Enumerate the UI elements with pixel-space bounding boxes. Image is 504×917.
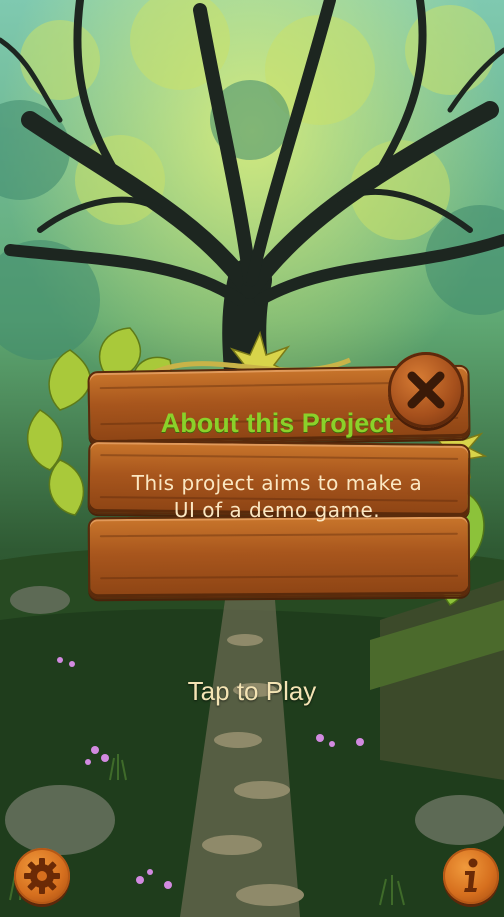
gear-icon xyxy=(24,858,60,894)
tap-to-play-label[interactable]: Tap to Play xyxy=(0,676,504,707)
info-icon xyxy=(464,858,478,892)
info-button[interactable] xyxy=(443,848,499,904)
close-button[interactable] xyxy=(388,352,464,428)
wood-plank-bottom xyxy=(87,514,471,600)
settings-button[interactable] xyxy=(14,848,70,904)
about-popup: About this Project This project aims to … xyxy=(20,320,490,620)
close-x-icon xyxy=(407,371,445,409)
popup-description: This project aims to make a UI of a demo… xyxy=(131,471,423,522)
